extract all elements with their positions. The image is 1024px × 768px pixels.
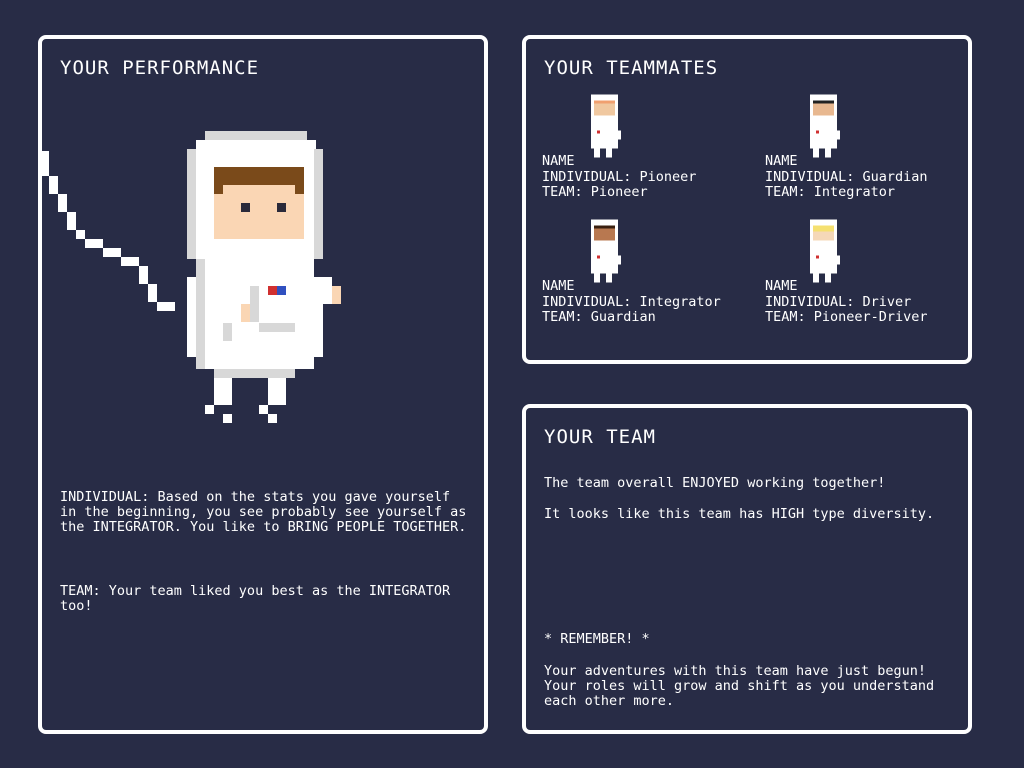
performance-title: YOUR PERFORMANCE xyxy=(60,57,260,79)
teammate-info: NAME INDIVIDUAL: Pioneer TEAM: Pioneer xyxy=(542,153,697,201)
astronaut-player-icon xyxy=(40,131,341,423)
teammate-team: TEAM: Guardian xyxy=(542,309,656,325)
teammate-card: NAME INDIVIDUAL: Driver TEAM: Pioneer-Dr… xyxy=(765,219,975,329)
helmet xyxy=(187,131,323,259)
teammate-info: NAME INDIVIDUAL: Driver TEAM: Pioneer-Dr… xyxy=(765,278,928,326)
teammate-name: NAME xyxy=(542,278,575,294)
teammate-card: NAME INDIVIDUAL: Guardian TEAM: Integrat… xyxy=(765,94,975,204)
team-title: YOUR TEAM xyxy=(544,426,656,448)
remember-heading: * REMEMBER! * xyxy=(544,631,650,647)
teammate-team: TEAM: Pioneer-Driver xyxy=(765,309,928,325)
teammate-card: NAME INDIVIDUAL: Integrator TEAM: Guardi… xyxy=(542,219,752,329)
teammate-team: TEAM: Integrator xyxy=(765,184,896,200)
suit-body xyxy=(187,259,341,423)
teammate-individual: INDIVIDUAL: Pioneer xyxy=(542,168,697,185)
team-enjoyment-text: The team overall ENJOYED working togethe… xyxy=(544,475,886,491)
teammate-info: NAME INDIVIDUAL: Integrator TEAM: Guardi… xyxy=(542,278,721,326)
teammates-panel: YOUR TEAMMATES NAME INDIVIDUAL: Pioneer … xyxy=(522,35,972,364)
team-panel: YOUR TEAM The team overall ENJOYED worki… xyxy=(522,404,972,734)
team-diversity-text: It looks like this team has HIGH type di… xyxy=(544,506,935,522)
team-closing-text: Your adventures with this team have just… xyxy=(544,663,935,709)
teammate-team: TEAM: Pioneer xyxy=(542,184,648,200)
performance-team-text: TEAM: Your team liked you best as the IN… xyxy=(60,583,451,614)
teammates-title: YOUR TEAMMATES xyxy=(544,57,719,79)
teammate-card: NAME INDIVIDUAL: Pioneer TEAM: Pioneer xyxy=(542,94,752,204)
teammate-name: NAME xyxy=(765,278,798,294)
teammate-info: NAME INDIVIDUAL: Guardian TEAM: Integrat… xyxy=(765,153,928,201)
teammate-individual: INDIVIDUAL: Integrator xyxy=(542,293,721,310)
teammate-individual: INDIVIDUAL: Driver xyxy=(765,293,912,310)
performance-individual-text: INDIVIDUAL: Based on the stats you gave … xyxy=(60,489,467,535)
teammate-name: NAME xyxy=(765,153,798,169)
teammate-name: NAME xyxy=(542,153,575,169)
tether-line xyxy=(40,151,175,311)
teammate-individual: INDIVIDUAL: Guardian xyxy=(765,168,928,185)
performance-panel: YOUR PERFORMANCE INDIVIDUAL: Based on th… xyxy=(38,35,488,734)
